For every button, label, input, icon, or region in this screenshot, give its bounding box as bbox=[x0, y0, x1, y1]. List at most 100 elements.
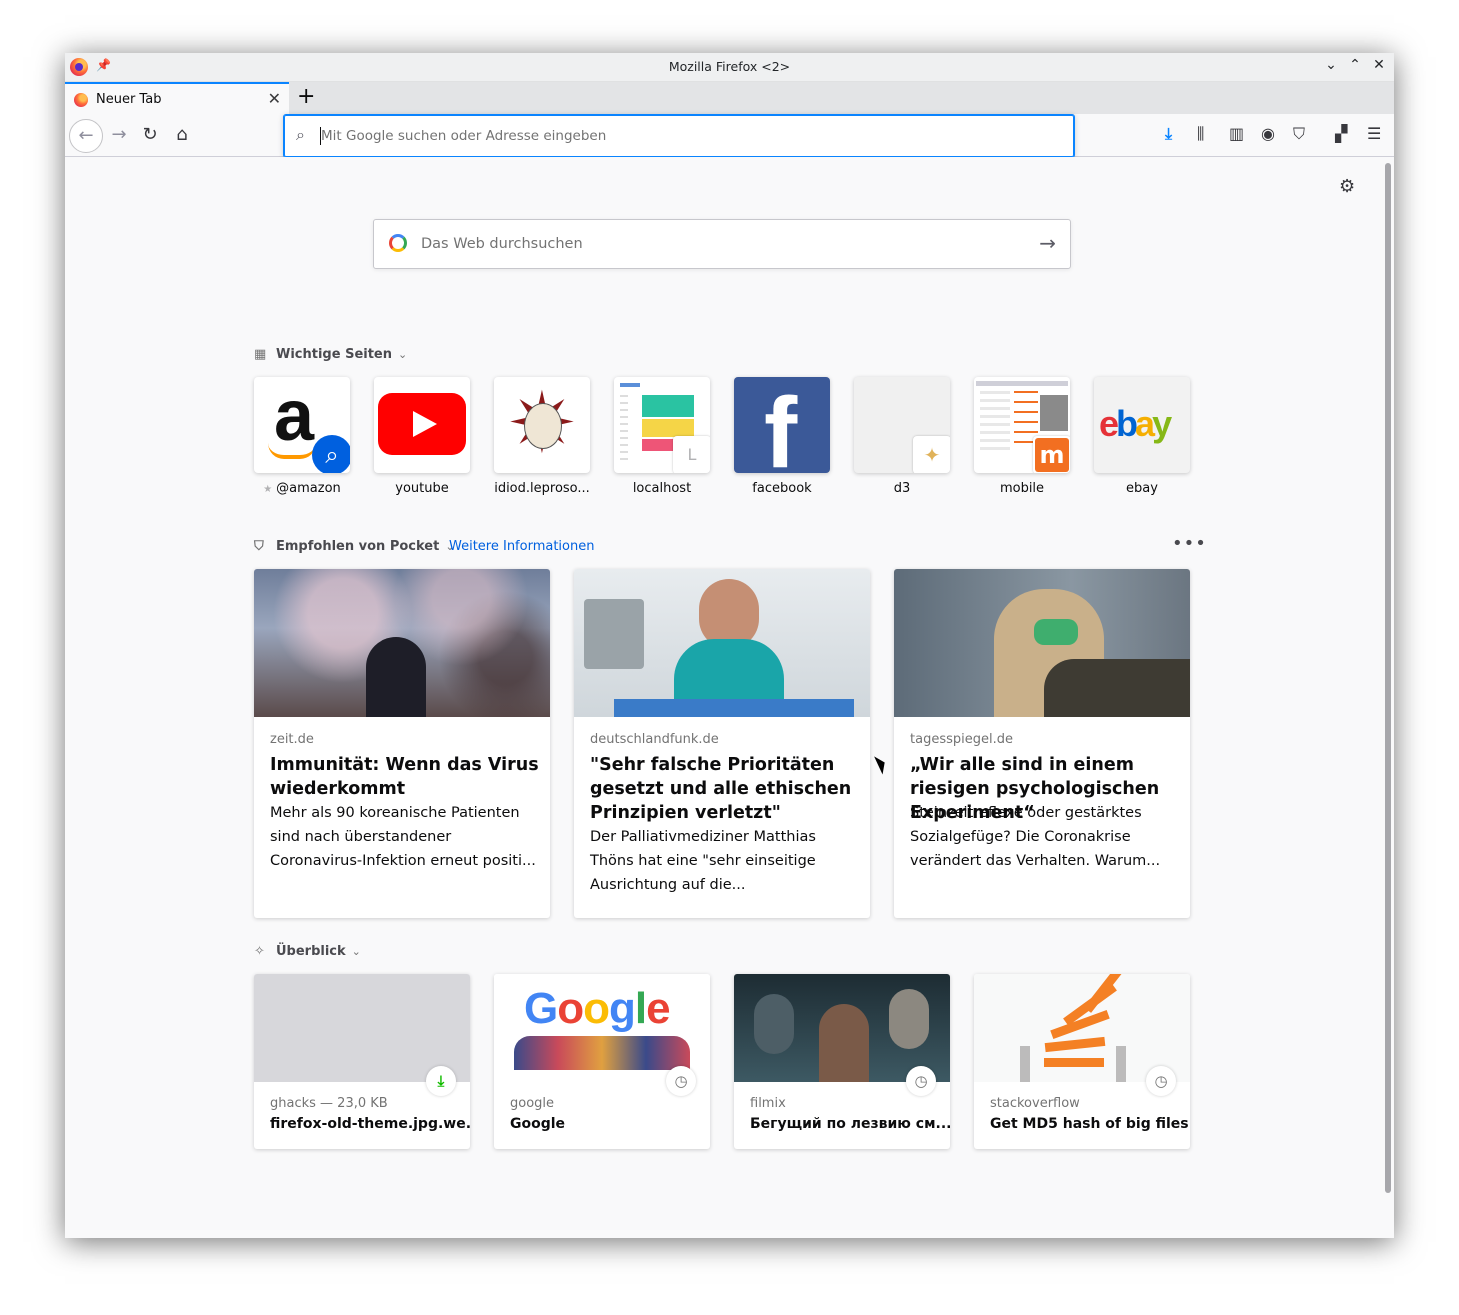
firefox-favicon-icon bbox=[74, 93, 88, 107]
top-site-youtube[interactable]: youtube bbox=[374, 377, 470, 496]
forward-button[interactable]: → bbox=[106, 122, 132, 148]
hamburger-menu-icon[interactable]: ☰ bbox=[1367, 124, 1381, 143]
facebook-logo: f bbox=[764, 377, 798, 473]
new-tab-button[interactable]: + bbox=[297, 84, 315, 109]
story-image bbox=[254, 569, 550, 717]
grid-icon: ▦ bbox=[254, 347, 267, 362]
d3-tile[interactable]: ✦ bbox=[854, 377, 950, 473]
idiod-tile[interactable]: ✷ bbox=[494, 377, 590, 473]
settings-gear-icon[interactable]: ⚙ bbox=[1339, 176, 1355, 197]
site-badge: L bbox=[673, 436, 710, 473]
pinned-star-icon: ★ bbox=[263, 484, 273, 495]
browser-window: 📌 Mozilla Firefox <2> ⌄ ⌃ ✕ Neuer Tab ✕ … bbox=[65, 53, 1394, 1238]
d3-bird-icon: ✦ bbox=[913, 436, 950, 473]
account-icon[interactable]: ◉ bbox=[1261, 124, 1275, 143]
google-g-icon bbox=[389, 234, 407, 252]
mobile-badge-icon: m bbox=[1033, 436, 1070, 473]
window-title: Mozilla Firefox <2> bbox=[668, 59, 791, 74]
amazon-tile[interactable]: a ⌕ bbox=[254, 377, 350, 473]
url-bar[interactable]: ⌕ Mit Google suchen oder Adresse eingebe… bbox=[283, 114, 1075, 158]
reload-button[interactable]: ↻ bbox=[137, 122, 163, 148]
ebay-tile[interactable]: ebay bbox=[1094, 377, 1190, 473]
clock-icon: ◷ bbox=[666, 1066, 696, 1096]
clock-icon: ◷ bbox=[1146, 1066, 1176, 1096]
top-site-mobile[interactable]: m mobile bbox=[974, 377, 1070, 496]
downloads-icon[interactable]: ⤓ bbox=[1165, 124, 1172, 144]
ublock-shield-icon[interactable]: ⛉ bbox=[1293, 124, 1305, 144]
new-tab-page: ⚙ Das Web durchsuchen → ▦ Wichtige Seiten… bbox=[65, 157, 1394, 1238]
mouse-cursor-icon bbox=[874, 753, 889, 775]
back-button[interactable]: ← bbox=[69, 119, 103, 153]
highlight-card[interactable]: ⤓ ghacks — 23,0 KB firefox-old-theme.jpg… bbox=[254, 974, 470, 1149]
top-site-amazon[interactable]: a ⌕ ★ @amazon bbox=[254, 377, 350, 496]
story-excerpt: Steinzeitreflexe oder gestärktes Sozialg… bbox=[910, 805, 1161, 869]
title-bar: 📌 Mozilla Firefox <2> ⌄ ⌃ ✕ bbox=[65, 53, 1394, 82]
tab-label: Neuer Tab bbox=[96, 92, 162, 107]
story-title: "Sehr falsche Prioritäten gesetzt und al… bbox=[590, 755, 852, 823]
site-label: mobile bbox=[999, 481, 1045, 496]
close-window-icon[interactable]: ✕ bbox=[1369, 57, 1389, 73]
site-label: d3 bbox=[893, 481, 911, 496]
facebook-tile[interactable]: f bbox=[734, 377, 830, 473]
site-label: ebay bbox=[1126, 481, 1158, 496]
highlight-card[interactable]: ◷ stackoverflow Get MD5 hash of big file… bbox=[974, 974, 1190, 1149]
story-image bbox=[574, 569, 870, 717]
highlight-title: firefox-old-theme.jpg.we... bbox=[270, 1116, 470, 1132]
maximize-icon[interactable]: ⌃ bbox=[1345, 57, 1365, 73]
tab-new-tab[interactable]: Neuer Tab ✕ bbox=[65, 82, 289, 114]
highlight-title: Google bbox=[510, 1116, 566, 1132]
youtube-logo-icon bbox=[378, 393, 466, 455]
google-doodle-text: Google bbox=[524, 984, 671, 1033]
pocket-title: Empfohlen von Pocket bbox=[276, 539, 440, 554]
story-excerpt: Mehr als 90 koreanische Patienten sind n… bbox=[270, 805, 536, 869]
highlight-card[interactable]: ◷ filmix Бегущий по лезвию см... bbox=[734, 974, 950, 1149]
story-image bbox=[894, 569, 1190, 717]
minimize-icon[interactable]: ⌄ bbox=[1321, 57, 1341, 73]
extensions-icon[interactable]: ▞ bbox=[1335, 124, 1347, 143]
localhost-tile[interactable]: L bbox=[614, 377, 710, 473]
search-badge-icon: ⌕ bbox=[312, 435, 350, 473]
scrollbar[interactable] bbox=[1385, 163, 1391, 1193]
mobile-tile[interactable]: m bbox=[974, 377, 1070, 473]
web-search-input[interactable]: Das Web durchsuchen bbox=[421, 236, 583, 252]
url-input[interactable]: Mit Google suchen oder Adresse eingeben bbox=[321, 128, 606, 144]
highlight-source: ghacks — 23,0 KB bbox=[270, 1096, 388, 1111]
chevron-down-icon[interactable]: ⌄ bbox=[352, 945, 361, 958]
pocket-story-card[interactable]: zeit.de Immunität: Wenn das Virus wieder… bbox=[254, 569, 550, 918]
story-source: tagesspiegel.de bbox=[910, 732, 1013, 747]
sidebar-icon[interactable]: ▥ bbox=[1229, 124, 1244, 143]
top-sites-title: Wichtige Seiten bbox=[276, 347, 392, 362]
pocket-story-card[interactable]: deutschlandfunk.de "Sehr falsche Priorit… bbox=[574, 569, 870, 918]
ebay-logo: ebay bbox=[1099, 403, 1172, 444]
youtube-tile[interactable] bbox=[374, 377, 470, 473]
home-button[interactable]: ⌂ bbox=[169, 122, 195, 148]
chevron-down-icon[interactable]: ⌄ bbox=[398, 348, 407, 361]
highlights-header[interactable]: ✧ Überblick ⌄ bbox=[254, 944, 361, 959]
highlight-source: google bbox=[510, 1096, 555, 1111]
pocket-header[interactable]: ⛉ Empfohlen von Pocket ⌄ bbox=[254, 539, 455, 554]
library-icon[interactable]: ⫼ bbox=[1197, 124, 1204, 144]
top-site-idiod[interactable]: ✷ idiod.leproso... bbox=[494, 377, 590, 496]
highlight-source: stackoverflow bbox=[990, 1096, 1080, 1111]
top-sites-header[interactable]: ▦ Wichtige Seiten ⌄ bbox=[254, 347, 407, 362]
site-label: youtube bbox=[395, 481, 449, 496]
search-arrow-icon[interactable]: → bbox=[1039, 231, 1056, 255]
site-label: @amazon bbox=[276, 481, 341, 496]
site-label: facebook bbox=[752, 481, 812, 496]
top-site-d3[interactable]: ✦ d3 bbox=[854, 377, 950, 496]
top-site-ebay[interactable]: ebay ebay bbox=[1094, 377, 1190, 496]
more-options-icon[interactable]: ••• bbox=[1172, 533, 1207, 554]
pocket-story-card[interactable]: tagesspiegel.de „Wir alle sind in einem … bbox=[894, 569, 1190, 918]
web-search-box[interactable]: Das Web durchsuchen → bbox=[373, 219, 1071, 269]
top-site-facebook[interactable]: f facebook bbox=[734, 377, 830, 496]
highlight-title: Get MD5 hash of big files... bbox=[990, 1116, 1190, 1132]
navigation-bar: ← → ↻ ⌂ ⌕ Mit Google suchen oder Adresse… bbox=[65, 114, 1394, 158]
top-site-localhost[interactable]: L localhost bbox=[614, 377, 710, 496]
clock-icon: ◷ bbox=[906, 1066, 936, 1096]
highlight-title: Бегущий по лезвию см... bbox=[750, 1116, 950, 1132]
site-label: localhost bbox=[632, 481, 692, 496]
learn-more-link[interactable]: Weitere Informationen bbox=[449, 539, 594, 554]
close-tab-icon[interactable]: ✕ bbox=[268, 89, 281, 108]
highlight-card[interactable]: Google ◷ google Google bbox=[494, 974, 710, 1149]
sparkle-icon: ✧ bbox=[254, 944, 265, 959]
